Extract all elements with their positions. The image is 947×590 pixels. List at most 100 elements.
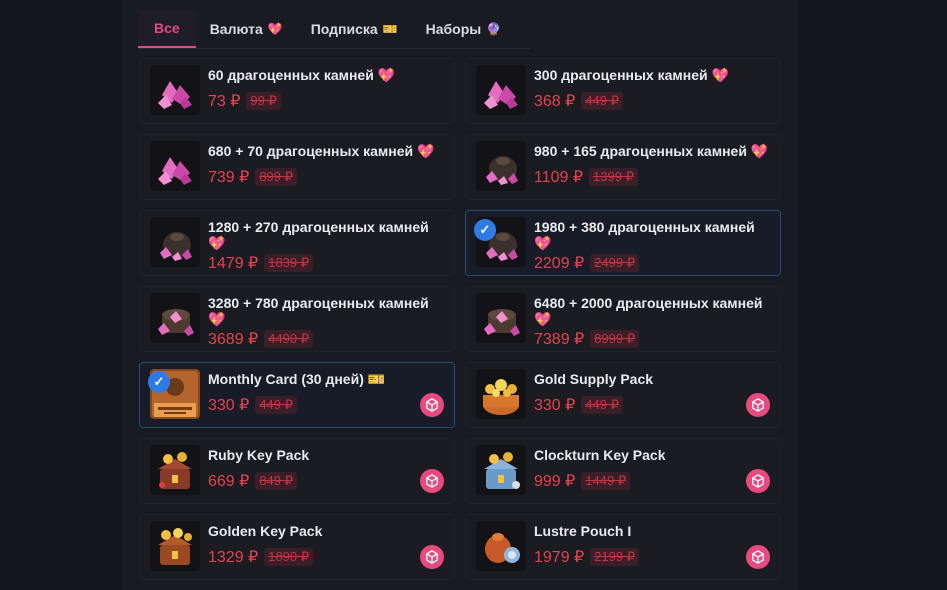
current-price: 1329 ₽ [208,549,259,566]
product-title: 3280 + 780 драгоценных камней 💖 [208,295,429,327]
gold-basket-icon [476,369,526,419]
gem-chest-icon [476,293,526,343]
lustre-pouch-icon [476,521,526,571]
old-price: 4490 ₽ [264,330,314,348]
tab-label: Валюта [209,21,263,37]
price-row: 368 ₽ 449 ₽ [534,91,623,111]
product-card[interactable]: Lustre Pouch I 1979 ₽ 2199 ₽ [465,514,781,580]
old-price: 2199 ₽ [590,548,640,566]
product-card[interactable]: Golden Key Pack 1329 ₽ 1890 ₽ [139,514,455,580]
category-tabs: Все Валюта 💖 Подписка 🎫 Наборы 🔮 [138,10,530,49]
current-price: 739 ₽ [208,169,250,186]
current-price: 999 ₽ [534,473,576,490]
selected-check-icon: ✓ [148,371,170,393]
old-price: 849 ₽ [255,472,297,490]
old-price: 99 ₽ [246,92,281,110]
old-price: 1839 ₽ [264,254,314,272]
product-title: Monthly Card (30 дней) 🎫 [208,371,386,387]
product-card[interactable]: Ruby Key Pack 669 ₽ 849 ₽ [139,438,455,504]
old-price: 449 ₽ [581,92,623,110]
golden-key-chest-icon [150,521,200,571]
clockturn-key-chest-icon [476,445,526,495]
product-card[interactable]: ✓ Monthly Card (30 дней) 🎫 330 ₽ 449 ₽ [139,362,455,428]
price-row: 2209 ₽ 2499 ₽ [534,253,640,273]
price-row: 330 ₽ 449 ₽ [208,395,297,415]
product-card[interactable]: 60 драгоценных камней 💖 73 ₽ 99 ₽ [139,58,455,124]
tab-subscription[interactable]: Подписка 🎫 [297,10,412,48]
product-title: Lustre Pouch I [534,523,632,539]
product-title: 60 драгоценных камней 💖 [208,67,396,83]
old-price: 1399 ₽ [589,168,638,186]
price-row: 1479 ₽ 1839 ₽ [208,253,314,273]
cube-icon[interactable] [746,469,770,493]
old-price: 449 ₽ [255,396,297,414]
product-card[interactable]: 3280 + 780 драгоценных камней 💖 3689 ₽ 449… [139,286,455,352]
price-row: 999 ₽ 1449 ₽ [534,471,631,491]
price-row: 330 ₽ 449 ₽ [534,395,623,415]
product-card[interactable]: 300 драгоценных камней 💖 368 ₽ 449 ₽ [465,58,781,124]
product-card[interactable]: Clockturn Key Pack 999 ₽ 1449 ₽ [465,438,781,504]
product-card[interactable]: ✓ 1980 + 380 драгоценных камней 💖 2209 ₽ 24… [465,210,781,276]
gem-pile-icon [476,65,526,115]
cube-icon[interactable] [746,545,770,569]
price-row: 1109 ₽ 1399 ₽ [534,167,638,187]
cube-icon[interactable] [420,393,444,417]
product-title: Gold Supply Pack [534,371,654,387]
product-title: 6480 + 2000 драгоценных камней 💖 [534,295,763,327]
product-title: 980 + 165 драгоценных камней 💖 [534,143,769,159]
tab-bundles[interactable]: Наборы 🔮 [412,10,516,48]
gem-pile-icon [150,65,200,115]
product-card[interactable]: Gold Supply Pack 330 ₽ 449 ₽ [465,362,781,428]
price-row: 739 ₽ 899 ₽ [208,167,297,187]
current-price: 1479 ₽ [208,255,259,272]
tab-label: Наборы [425,21,482,37]
product-card[interactable]: 6480 + 2000 драгоценных камней 💖 7389 ₽ 89… [465,286,781,352]
ruby-key-chest-icon [150,445,200,495]
current-price: 1109 ₽ [534,169,584,186]
price-row: 1979 ₽ 2199 ₽ [534,547,640,567]
product-card[interactable]: 980 + 165 драгоценных камней 💖 1109 ₽ 1399… [465,134,781,200]
product-card[interactable]: 680 + 70 драгоценных камней 💖 739 ₽ 899 ₽ [139,134,455,200]
product-title: 680 + 70 драгоценных камней 💖 [208,143,435,159]
price-row: 1329 ₽ 1890 ₽ [208,547,314,567]
tab-label: Подписка [310,21,378,37]
current-price: 73 ₽ [208,93,241,110]
current-price: 7389 ₽ [534,331,585,348]
gem-pile-icon [150,141,200,191]
cube-icon[interactable] [420,469,444,493]
product-title: 1280 + 270 драгоценных камней 💖 [208,219,429,251]
current-price: 2209 ₽ [534,255,585,272]
price-row: 73 ₽ 99 ₽ [208,91,281,111]
tab-label: Все [154,20,180,36]
cube-icon[interactable] [746,393,770,417]
cube-icon[interactable] [420,545,444,569]
current-price: 330 ₽ [208,397,250,414]
tab-currency[interactable]: Валюта 💖 [196,10,297,48]
current-price: 368 ₽ [534,93,576,110]
old-price: 1890 ₽ [264,548,314,566]
product-title: 1980 + 380 драгоценных камней 💖 [534,219,755,251]
current-price: 1979 ₽ [534,549,585,566]
old-price: 2499 ₽ [590,254,640,272]
product-title: Clockturn Key Pack [534,447,666,463]
current-price: 669 ₽ [208,473,250,490]
gem-chest-icon [150,293,200,343]
price-row: 7389 ₽ 8999 ₽ [534,329,640,349]
product-card[interactable]: 1280 + 270 драгоценных камней 💖 1479 ₽ 183… [139,210,455,276]
gem-bag-icon [150,217,200,267]
price-row: 3689 ₽ 4490 ₽ [208,329,314,349]
old-price: 1449 ₽ [581,472,631,490]
gem-bag-icon [476,141,526,191]
current-price: 3689 ₽ [208,331,259,348]
current-price: 330 ₽ [534,397,576,414]
product-title: 300 драгоценных камней 💖 [534,67,729,83]
tab-all[interactable]: Все [138,10,196,48]
old-price: 449 ₽ [581,396,623,414]
product-title: Golden Key Pack [208,523,323,539]
old-price: 899 ₽ [255,168,297,186]
price-row: 669 ₽ 849 ₽ [208,471,297,491]
product-title: Ruby Key Pack [208,447,310,463]
heart-icon: 💖 [267,22,283,36]
old-price: 8999 ₽ [590,330,640,348]
selected-check-icon: ✓ [474,219,496,241]
